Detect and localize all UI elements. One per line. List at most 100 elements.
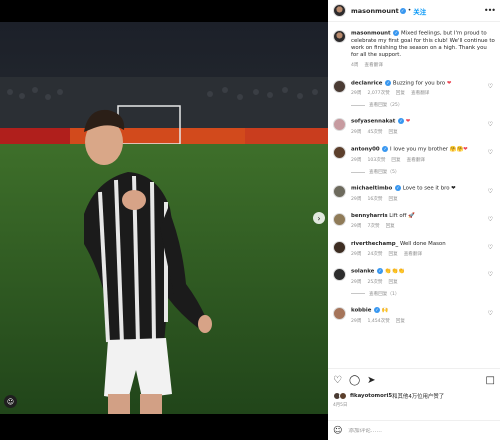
- view-replies[interactable]: 查看回复（1）: [351, 291, 495, 297]
- comment-input[interactable]: [348, 427, 479, 434]
- comment-likes[interactable]: 24次赞: [367, 251, 382, 258]
- comment-time: 29周: [351, 91, 362, 97]
- comment-translate[interactable]: 查看翻译: [404, 251, 422, 258]
- view-replies-label[interactable]: 查看回复（1）: [369, 291, 400, 297]
- comment-bubble-icon[interactable]: ◯: [349, 375, 360, 386]
- comment-reply[interactable]: 回复: [389, 196, 398, 203]
- comment-reply[interactable]: 回复: [396, 90, 405, 97]
- post-sidebar: masonmount ✓ • 关注 ••• masonmount ✓ Mixed…: [328, 0, 500, 440]
- red-heart-emoji-icon: ❤: [463, 146, 468, 153]
- comment-username[interactable]: kobbie: [351, 307, 371, 313]
- comment-likes[interactable]: 2,077次赞: [367, 90, 389, 97]
- view-replies[interactable]: 查看回复（5）: [351, 169, 495, 175]
- tagged-users-icon[interactable]: ☺: [4, 395, 17, 408]
- comment-username[interactable]: sofyasennakat: [351, 119, 395, 125]
- comments-scroll[interactable]: masonmount ✓ Mixed feelings, but I'm pro…: [328, 22, 500, 368]
- post-photo[interactable]: ☺: [0, 22, 328, 414]
- caption-translate[interactable]: 查看翻译: [365, 62, 383, 69]
- comment-username[interactable]: antony00: [351, 147, 380, 153]
- emoji-icon: 👏👏👏: [384, 268, 405, 275]
- comment-item: riverthechamp_ Well done Mason 29周 24次赞 …: [333, 240, 495, 258]
- comment-avatar[interactable]: [333, 240, 346, 254]
- comment-reply[interactable]: 回复: [396, 318, 405, 325]
- like-comment-heart-icon[interactable]: ♡: [488, 216, 493, 223]
- comment-item: bennyharris Lift off 🚀 29周 7次赞 回复 ♡: [333, 213, 495, 230]
- verified-badge-icon: ✓: [394, 185, 401, 192]
- add-comment-bar: ☺: [328, 420, 500, 440]
- like-comment-heart-icon[interactable]: ♡: [488, 271, 493, 278]
- caption-avatar[interactable]: [333, 30, 346, 43]
- comment-username[interactable]: michaeltimbo: [351, 186, 392, 192]
- comment-likes[interactable]: 25次赞: [367, 279, 382, 286]
- view-replies[interactable]: 查看回复（25）: [351, 102, 495, 108]
- comment-likes[interactable]: 7次赞: [367, 223, 379, 230]
- comment-likes[interactable]: 1,454次赞: [367, 318, 389, 325]
- view-replies-label[interactable]: 查看回复（5）: [369, 169, 400, 175]
- comment-time: 29周: [351, 196, 362, 202]
- comment-reply[interactable]: 回复: [391, 157, 400, 164]
- share-send-icon[interactable]: ➤: [367, 375, 375, 386]
- comment-avatar[interactable]: [333, 213, 346, 227]
- emoji-icon: 🙌: [381, 307, 389, 314]
- verified-badge-icon: ✓: [398, 118, 405, 125]
- comment-translate[interactable]: 查看翻译: [407, 157, 425, 164]
- caption-username[interactable]: masonmount: [351, 31, 391, 37]
- comment-avatar[interactable]: [333, 185, 346, 199]
- rocket-emoji-icon: 🚀: [408, 213, 415, 220]
- likes-others[interactable]: 和其他4万位用户: [392, 392, 433, 400]
- comment-username[interactable]: riverthechamp_: [351, 241, 398, 247]
- comment-avatar[interactable]: [333, 267, 346, 281]
- comment-text: Buzzing for you bro: [392, 80, 446, 87]
- post-media: ☺ ›: [0, 0, 328, 440]
- comment-reply[interactable]: 回复: [389, 279, 398, 286]
- next-media-icon[interactable]: ›: [313, 212, 325, 224]
- verified-badge-icon: ✓: [385, 79, 392, 86]
- like-comment-heart-icon[interactable]: ♡: [488, 188, 493, 195]
- liker-username[interactable]: fikayotomori5: [350, 393, 392, 399]
- author-username[interactable]: masonmount: [351, 7, 399, 15]
- verified-badge-icon: ✓: [399, 7, 406, 14]
- comment-reply[interactable]: 回复: [389, 129, 398, 136]
- comment-translate[interactable]: 查看翻译: [411, 90, 429, 97]
- comment-reply[interactable]: 回复: [389, 251, 398, 258]
- comment-avatar[interactable]: [333, 79, 346, 93]
- comment-likes[interactable]: 16次赞: [367, 196, 382, 203]
- comment-time: 29周: [351, 318, 362, 324]
- like-comment-heart-icon[interactable]: ♡: [488, 149, 493, 156]
- verified-badge-icon: ✓: [377, 267, 384, 274]
- comment-avatar[interactable]: [333, 146, 346, 160]
- comment-time: 29周: [351, 279, 362, 285]
- emoji-picker-icon[interactable]: ☺: [333, 426, 342, 436]
- comment-avatar[interactable]: [333, 118, 346, 132]
- like-comment-heart-icon[interactable]: ♡: [488, 310, 493, 317]
- photo-illustration: [0, 22, 328, 414]
- comment-likes[interactable]: 45次赞: [367, 129, 382, 136]
- comment-username[interactable]: declanrice: [351, 80, 382, 86]
- verified-badge-icon: ✓: [374, 306, 381, 313]
- comment-item: kobbie ✓ 🙌 29周 1,454次赞 回复 ♡: [333, 306, 495, 325]
- like-comment-heart-icon[interactable]: ♡: [488, 83, 493, 90]
- comment-username[interactable]: solanke: [351, 268, 374, 274]
- post-actions: ♡ ◯ ➤ □ fikayotomori5 和其他4万位用户 赞了 4月5日: [328, 368, 500, 408]
- save-bookmark-icon[interactable]: □: [486, 375, 495, 386]
- comment-item: declanrice ✓ Buzzing for you bro ❤ 29周 2…: [333, 79, 495, 98]
- like-comment-heart-icon[interactable]: ♡: [488, 121, 493, 128]
- red-heart-emoji-icon: ❤: [405, 118, 411, 125]
- follow-button[interactable]: 关注: [413, 6, 426, 16]
- like-comment-heart-icon[interactable]: ♡: [488, 244, 493, 251]
- more-options-icon[interactable]: •••: [484, 6, 496, 15]
- verified-badge-icon: ✓: [393, 30, 400, 36]
- author-avatar[interactable]: [333, 4, 346, 17]
- comment-text: Well done Mason: [399, 240, 446, 247]
- likes-suffix: 赞了: [433, 394, 445, 400]
- comment-likes[interactable]: 103次赞: [367, 157, 385, 164]
- comment-item: antony00 ✓ I love you my brother 🤗🤗❤ 29周…: [333, 146, 495, 164]
- comment-time: 29周: [351, 251, 362, 257]
- comment-username[interactable]: bennyharris: [351, 213, 388, 219]
- comment-reply[interactable]: 回复: [386, 223, 395, 230]
- emoji-icon: 🤗🤗: [449, 146, 464, 153]
- comment-avatar[interactable]: [333, 306, 346, 320]
- likes-summary: fikayotomori5 和其他4万位用户 赞了: [333, 392, 495, 400]
- like-heart-icon[interactable]: ♡: [333, 375, 342, 386]
- view-replies-label[interactable]: 查看回复（25）: [369, 102, 402, 108]
